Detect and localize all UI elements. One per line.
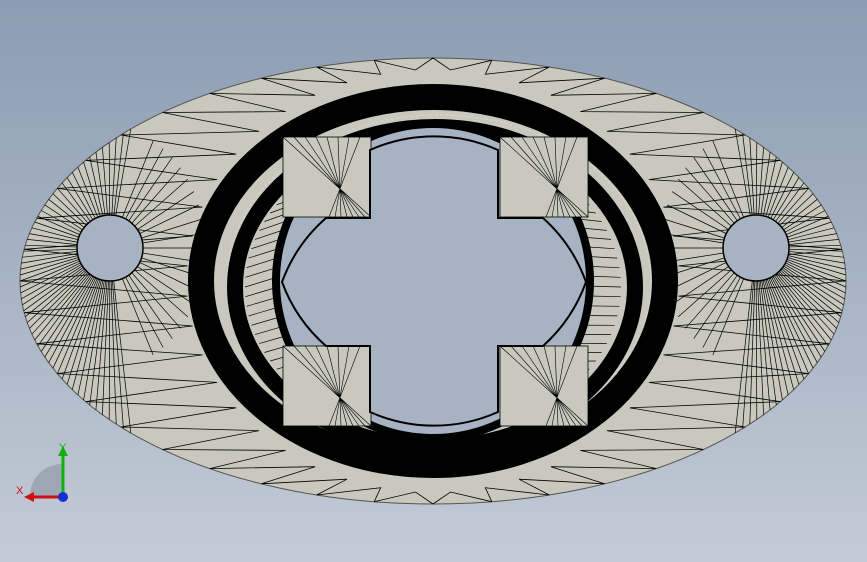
bore-lobe — [499, 345, 589, 427]
graphics-viewport[interactable]: X Y — [0, 0, 867, 562]
triad-plane-icon — [30, 464, 62, 496]
flange-model[interactable] — [0, 0, 867, 562]
z-axis-dot-icon — [58, 492, 68, 502]
y-axis-label: Y — [59, 442, 67, 454]
x-axis-label: X — [16, 485, 24, 497]
triad-axes-icon — [24, 446, 68, 502]
bore-lobe — [282, 136, 372, 218]
right-mount-hole — [722, 214, 790, 282]
bore-lobe — [282, 345, 372, 427]
bore-lobe — [499, 136, 589, 218]
left-mount-hole — [76, 214, 144, 282]
x-arrow-head-icon — [24, 492, 34, 502]
coordinate-triad: X Y — [12, 440, 82, 510]
